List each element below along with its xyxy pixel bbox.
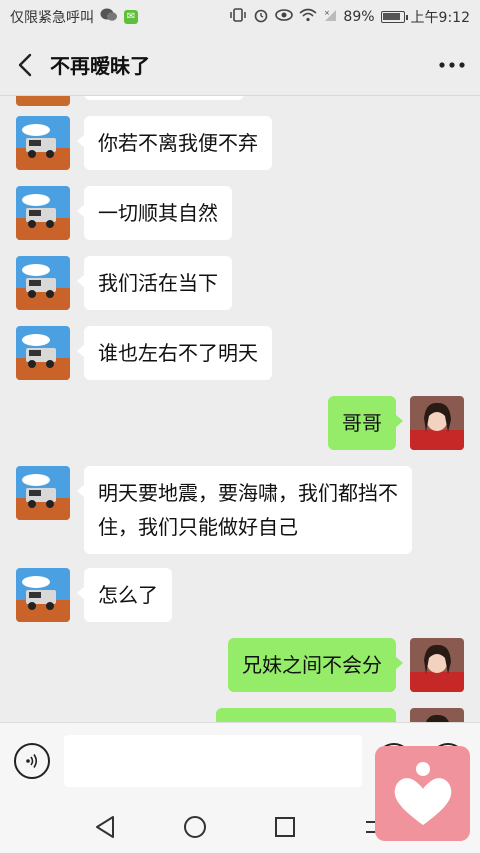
self-avatar[interactable]	[410, 708, 464, 722]
message-bubble-self[interactable]: 哥哥	[328, 396, 403, 450]
eye-icon	[275, 8, 294, 26]
circle-home-icon	[184, 815, 206, 838]
svg-text:×: ×	[324, 9, 330, 17]
message-bubble-self[interactable]: 兄妹之间不会分	[228, 638, 403, 692]
carrier-text: 仅限紧急呼叫	[10, 10, 94, 26]
message-bubble-partial[interactable]	[84, 96, 244, 100]
status-time: 上午9:12	[410, 10, 470, 26]
message-bubble-other[interactable]: 明天要地震，要海啸，我们都挡不住，我们只能做好自己	[77, 466, 412, 554]
back-button[interactable]	[0, 34, 50, 96]
status-bar: 仅限紧急呼叫 ✉ × 89% 上午9:12	[0, 0, 480, 34]
signal-x-icon: ×	[323, 8, 337, 26]
message-bubble-partial[interactable]	[216, 708, 396, 722]
nav-back-button[interactable]	[85, 807, 125, 847]
more-dots-icon	[439, 61, 465, 68]
message-bubble-other[interactable]: 谁也左右不了明天	[77, 326, 272, 380]
voice-input-button[interactable]	[14, 743, 50, 779]
contact-avatar[interactable]	[16, 568, 70, 622]
battery-fill	[382, 13, 400, 20]
message-bubble-other[interactable]: 你若不离我便不弃	[77, 116, 272, 170]
floating-heart-app-icon[interactable]	[375, 746, 470, 841]
chat-header: 不再暧昧了	[0, 34, 480, 96]
status-left: 仅限紧急呼叫 ✉	[10, 7, 138, 27]
chat-title: 不再暧昧了	[50, 54, 150, 78]
contact-avatar[interactable]	[16, 326, 70, 380]
contact-avatar[interactable]	[16, 186, 70, 240]
message-list[interactable]: 你若不离我便不弃 一切顺其自然 我们活在当下 谁也左右不了明天 哥哥 明天要地震…	[0, 96, 480, 722]
message-bubble-other[interactable]: 我们活在当下	[77, 256, 232, 310]
contact-avatar[interactable]	[16, 466, 70, 520]
triangle-back-icon	[96, 815, 114, 838]
chevron-left-icon	[18, 53, 32, 76]
contact-avatar[interactable]	[16, 96, 70, 106]
message-input[interactable]	[64, 735, 362, 787]
vibrate-icon	[229, 8, 247, 26]
message-bubble-other[interactable]: 一切顺其自然	[77, 186, 232, 240]
contact-avatar[interactable]	[16, 256, 70, 310]
battery-icon	[380, 11, 408, 23]
sms-icon: ✉	[124, 10, 138, 24]
contact-avatar[interactable]	[16, 116, 70, 170]
status-right: × 89% 上午9:12	[229, 7, 470, 27]
message-bubble-other[interactable]: 怎么了	[77, 568, 172, 622]
self-avatar[interactable]	[410, 638, 464, 692]
alarm-icon	[253, 7, 269, 27]
nav-recents-button[interactable]	[265, 807, 305, 847]
nav-home-button[interactable]	[175, 807, 215, 847]
square-recents-icon	[275, 816, 295, 837]
wifi-icon	[299, 8, 317, 26]
wechat-icon	[100, 8, 118, 26]
heart-person-icon	[394, 761, 451, 825]
voice-wave-icon	[26, 754, 38, 768]
self-avatar[interactable]	[410, 396, 464, 450]
more-options-button[interactable]	[424, 34, 480, 96]
battery-percent: 89%	[343, 9, 375, 25]
